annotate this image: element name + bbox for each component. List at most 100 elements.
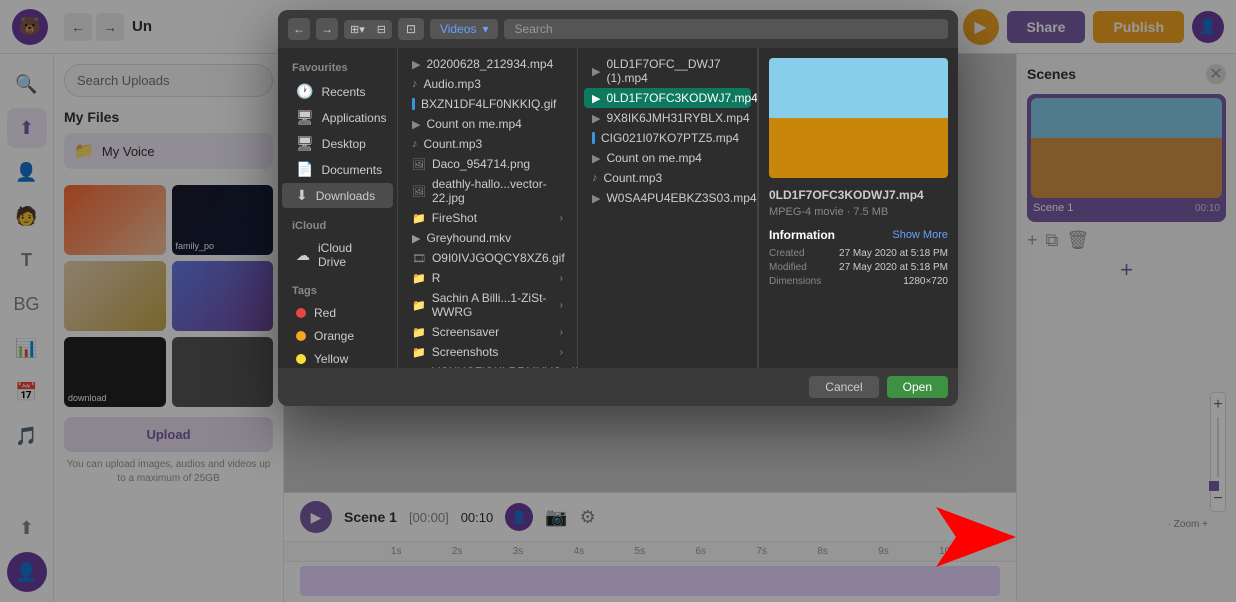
file-picker-overlay: ← → ⊞▾ ⊟ ⊡ Videos ▾ Favourites 🕐 Recents (0, 0, 1236, 602)
picker-open-button[interactable]: Open (887, 376, 948, 398)
chevron-13: › (560, 347, 563, 358)
file-icon-5: 🖼 (412, 158, 426, 171)
picker-recents-item[interactable]: 🕐 Recents (282, 79, 393, 104)
preview-modified-row: Modified 27 May 2020 at 5:18 PM (769, 262, 948, 273)
chevron-12: › (560, 327, 563, 338)
picker-preview: 0LD1F7OFC3KODWJ7.mp4 MPEG-4 movie · 7.5 … (758, 48, 958, 368)
preview-dimensions-value: 1280×720 (903, 276, 948, 287)
picker-tags-label: Tags (278, 281, 397, 301)
file-icon-13: 📁 (412, 346, 426, 359)
file-icon-9: 🎞 (412, 252, 426, 265)
file-name-4: Count.mp3 (424, 137, 483, 151)
file-item-9[interactable]: 🎞 O9I0IVJGOQCY8XZ6.gif (404, 248, 571, 268)
picker-desktop-item[interactable]: 🖥 Desktop (282, 131, 393, 156)
right-file-item-0[interactable]: ▶ 0LD1F7OFC__DWJ7 (1).mp4 (584, 54, 751, 88)
right-file-item-6[interactable]: ▶W0SA4PU4EBKZ3S03.mp4 (584, 188, 751, 208)
red-arrow (936, 507, 1016, 572)
picker-documents-item[interactable]: 📄 Documents (282, 157, 393, 182)
file-item-13[interactable]: 📁 Screenshots › (404, 342, 571, 362)
picker-icloud-label: iCloud (278, 216, 397, 236)
file-icon-14: 🎞 (412, 366, 426, 369)
right-file-name-0: 0LD1F7OFC__DWJ7 (1).mp4 (606, 57, 743, 85)
picker-search-input[interactable] (504, 19, 948, 39)
preview-info-title: Information (769, 228, 835, 242)
file-name-10: R (432, 271, 441, 285)
file-item-7[interactable]: 📁FireShot› (404, 208, 571, 228)
file-name-13: Screenshots (432, 345, 499, 359)
documents-icon: 📄 (296, 161, 313, 178)
picker-cancel-button[interactable]: Cancel (809, 376, 878, 398)
picker-forward-button[interactable]: → (316, 18, 338, 40)
picker-icloud-drive-item[interactable]: ☁ iCloud Drive (282, 237, 393, 273)
file-item-5[interactable]: 🖼 Daco_954714.png (404, 154, 571, 174)
picker-tag-red[interactable]: Red (282, 302, 393, 324)
preview-type: MPEG-4 movie · 7.5 MB (769, 206, 948, 218)
picker-location-button[interactable]: ⊡ (398, 18, 424, 40)
file-item-11[interactable]: 📁Sachin A Billi...1-ZiSt-WWRG› (404, 288, 571, 322)
preview-dimensions-label: Dimensions (769, 276, 821, 287)
file-name-5: Daco_954714.png (432, 157, 530, 171)
right-file-name-5: Count.mp3 (604, 171, 663, 185)
orange-dot (296, 331, 306, 341)
picker-tag-yellow-label: Yellow (314, 352, 348, 366)
right-file-item-5[interactable]: ♪ Count.mp3 (584, 168, 751, 188)
right-file-item-1[interactable]: ▶0LD1F7OFC3KODWJ7.mp4 (584, 88, 751, 108)
file-item-4[interactable]: ♪Count.mp3 (404, 134, 571, 154)
picker-tag-yellow[interactable]: Yellow (282, 348, 393, 368)
downloads-icon: ⬇ (296, 187, 308, 204)
preview-thumbnail (769, 58, 948, 178)
file-item-14[interactable]: 🎞VCNHCFiGKLRRMUVQ.gif (404, 362, 571, 368)
right-file-icon-6: ▶ (592, 192, 600, 205)
preview-modified-label: Modified (769, 262, 807, 273)
file-picker: ← → ⊞▾ ⊟ ⊡ Videos ▾ Favourites 🕐 Recents (278, 10, 958, 406)
picker-tag-red-label: Red (314, 306, 336, 320)
preview-show-more-button[interactable]: Show More (892, 229, 948, 241)
right-file-name-1: 0LD1F7OFC3KODWJ7.mp4 (606, 91, 757, 105)
picker-icloud-drive-label: iCloud Drive (318, 241, 379, 269)
right-file-item-3[interactable]: CIG021I07KO7PTZ5.mp4 (584, 128, 751, 148)
recents-icon: 🕐 (296, 83, 313, 100)
file-icon-6: 🖼 (412, 185, 426, 198)
picker-main: ▶20200628_212934.mp4 ♪Audio.mp3 BXZN1DF4… (398, 48, 958, 368)
file-item-12[interactable]: 📁Screensaver› (404, 322, 571, 342)
file-item-3[interactable]: ▶Count on me.mp4 (404, 114, 571, 134)
file-name-1: Audio.mp3 (424, 77, 481, 91)
picker-downloads-label: Downloads (316, 189, 375, 203)
picker-toolbar: ← → ⊞▾ ⊟ ⊡ Videos ▾ (278, 10, 958, 48)
right-file-icon-5: ♪ (592, 172, 598, 184)
file-item-2[interactable]: BXZN1DF4LF0NKKIQ.gif (404, 94, 571, 114)
file-item-1[interactable]: ♪Audio.mp3 (404, 74, 571, 94)
picker-footer: Cancel Open (278, 368, 958, 406)
picker-back-button[interactable]: ← (288, 18, 310, 40)
file-icon-10: 📁 (412, 272, 426, 285)
desktop-icon: 🖥 (296, 135, 314, 152)
picker-path: Videos ▾ (430, 19, 499, 39)
right-file-item-2[interactable]: ▶ 9X8IK6JMH31RYBLX.mp4 (584, 108, 751, 128)
right-file-name-4: Count on me.mp4 (606, 151, 701, 165)
file-icon-11: 📁 (412, 299, 426, 312)
file-name-8: Greyhound.mkv (426, 231, 511, 245)
picker-grid-view-button[interactable]: ⊞▾ (344, 20, 371, 39)
preview-created-row: Created 27 May 2020 at 5:18 PM (769, 248, 948, 259)
right-file-name-2: 9X8IK6JMH31RYBLX.mp4 (606, 111, 749, 125)
chevron-10: › (560, 273, 563, 284)
file-name-9: O9I0IVJGOQCY8XZ6.gif (432, 251, 565, 265)
right-file-item-4[interactable]: ▶ Count on me.mp4 (584, 148, 751, 168)
file-icon-7: 📁 (412, 212, 426, 225)
picker-tag-orange[interactable]: Orange (282, 325, 393, 347)
picker-file-list-left: ▶20200628_212934.mp4 ♪Audio.mp3 BXZN1DF4… (398, 48, 578, 368)
file-item-8[interactable]: ▶Greyhound.mkv (404, 228, 571, 248)
file-name-12: Screensaver (432, 325, 499, 339)
picker-column-view-button[interactable]: ⊟ (371, 20, 392, 39)
file-item-0[interactable]: ▶20200628_212934.mp4 (404, 54, 571, 74)
right-file-icon-4: ▶ (592, 152, 600, 165)
file-item-10[interactable]: 📁 R › (404, 268, 571, 288)
right-file-icon-0: ▶ (592, 65, 600, 78)
picker-downloads-item[interactable]: ⬇ Downloads (282, 183, 393, 208)
preview-created-value: 27 May 2020 at 5:18 PM (839, 248, 948, 259)
file-icon-3: ▶ (412, 118, 420, 131)
right-file-icon-2: ▶ (592, 112, 600, 125)
picker-applications-item[interactable]: 🖥 Applications (282, 105, 393, 130)
file-item-6[interactable]: 🖼deathly-hallo...vector-22.jpg (404, 174, 571, 208)
file-name-14: VCNHCFiGKLRRMUVQ.gif (432, 365, 578, 368)
